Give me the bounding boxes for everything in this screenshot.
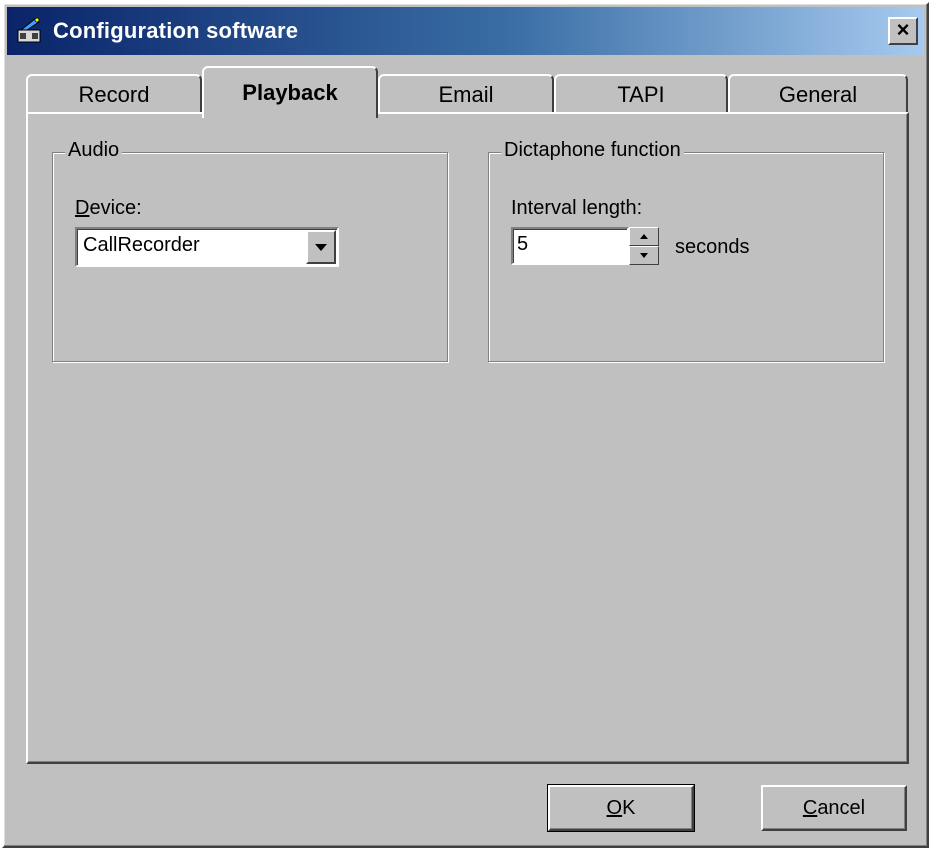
ok-button-label: OK: [606, 796, 636, 819]
interval-length-input[interactable]: 5: [511, 227, 629, 265]
close-icon: ×: [896, 17, 910, 42]
configuration-dialog: Configuration software × Record Playback…: [2, 2, 929, 848]
cancel-button[interactable]: Cancel: [761, 785, 907, 831]
device-select[interactable]: CallRecorder: [75, 227, 339, 267]
close-button[interactable]: ×: [888, 17, 918, 45]
tab-general[interactable]: General: [728, 74, 908, 114]
device-label: Device:: [75, 197, 142, 219]
cancel-button-label: Cancel: [802, 796, 866, 819]
dropdown-arrow-button[interactable]: [306, 230, 336, 264]
ok-button[interactable]: OK: [547, 784, 695, 832]
interval-length-label: Interval length:: [511, 197, 643, 219]
dictaphone-group-title: Dictaphone function: [501, 139, 684, 162]
device-select-value: CallRecorder: [83, 234, 200, 256]
tab-label: Record: [78, 82, 150, 107]
interval-spinner[interactable]: [629, 227, 659, 265]
tape-recorder-icon: [17, 17, 41, 43]
playback-panel: Audio Device: CallRecorder Dictaphone fu…: [26, 112, 909, 764]
audio-groupbox: Audio Device: CallRecorder: [52, 139, 448, 362]
tab-record[interactable]: Record: [26, 74, 202, 114]
audio-group-title: Audio: [65, 139, 123, 162]
tab-label: General: [778, 82, 858, 107]
dictaphone-groupbox: Dictaphone function Interval length: 5 s…: [488, 139, 884, 362]
tab-label: TAPI: [617, 82, 665, 107]
tab-label: Email: [438, 82, 494, 107]
tab-label: Playback: [242, 80, 338, 105]
spin-up-button[interactable]: [629, 227, 659, 246]
tab-tapi[interactable]: TAPI: [554, 74, 728, 114]
arrow-down-icon: [640, 253, 648, 258]
tab-playback[interactable]: Playback: [202, 66, 378, 118]
chevron-down-icon: [315, 243, 327, 251]
title-bar[interactable]: Configuration software ×: [7, 7, 924, 55]
tab-email[interactable]: Email: [378, 74, 554, 114]
window-title: Configuration software: [53, 18, 299, 43]
spin-down-button[interactable]: [629, 246, 659, 265]
arrow-up-icon: [640, 234, 648, 239]
seconds-unit-label: seconds: [675, 236, 750, 258]
